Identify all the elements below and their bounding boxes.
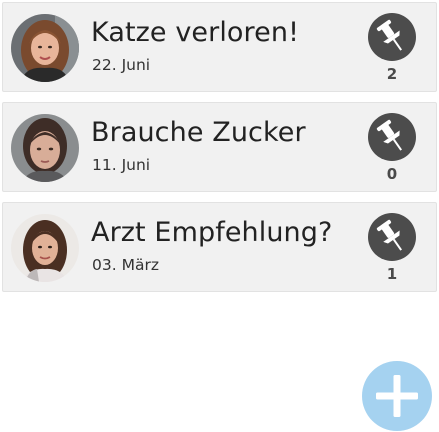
post-title: Brauche Zucker	[91, 117, 306, 148]
post-date: 11. Juni	[92, 156, 151, 174]
avatar	[11, 114, 79, 182]
post-card[interactable]: Brauche Zucker 11. Juni 0	[2, 102, 437, 192]
post-title: Arzt Empfehlung?	[91, 217, 333, 248]
post-title: Katze verloren!	[91, 17, 299, 48]
pushpin-icon[interactable]	[368, 213, 416, 261]
post-card[interactable]: Katze verloren! 22. Juni 2	[2, 2, 437, 92]
pin-count: 1	[386, 265, 398, 283]
avatar	[11, 14, 79, 82]
add-button[interactable]	[362, 361, 432, 431]
pushpin-icon[interactable]	[368, 113, 416, 161]
pin-count: 0	[386, 165, 398, 183]
post-card[interactable]: Arzt Empfehlung? 03. März 1	[2, 202, 437, 292]
avatar	[11, 214, 79, 282]
post-date: 22. Juni	[92, 56, 151, 74]
pushpin-icon[interactable]	[368, 13, 416, 61]
pin-count: 2	[386, 65, 398, 83]
post-date: 03. März	[92, 256, 159, 274]
screen: Katze verloren! 22. Juni 2 Brauche Zucke…	[0, 0, 439, 432]
plus-icon	[376, 375, 418, 417]
